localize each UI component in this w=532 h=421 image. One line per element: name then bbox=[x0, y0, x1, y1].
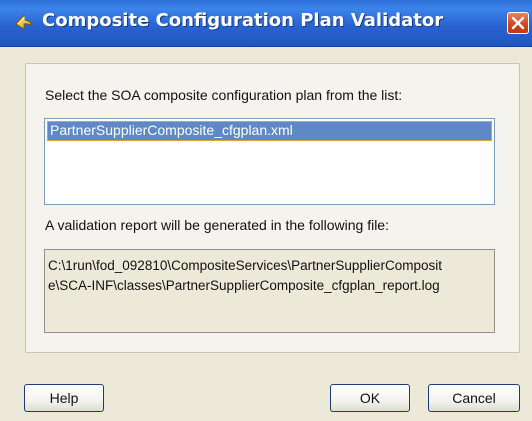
dialog-window: Composite Configuration Plan Validator S… bbox=[0, 0, 532, 421]
plan-prompt-label: Select the SOA composite configuration p… bbox=[45, 87, 403, 103]
title-bar[interactable]: Composite Configuration Plan Validator bbox=[0, 0, 532, 47]
ok-button[interactable]: OK bbox=[330, 384, 410, 412]
report-path-field: C:\1run\fod_092810\CompositeServices\Par… bbox=[44, 249, 495, 333]
report-path-line-1: C:\1run\fod_092810\CompositeServices\Par… bbox=[48, 258, 442, 273]
window-title: Composite Configuration Plan Validator bbox=[42, 10, 444, 31]
cancel-button[interactable]: Cancel bbox=[428, 384, 520, 412]
jdeveloper-arrow-icon bbox=[13, 12, 35, 34]
report-path-line-2: e\SCA-INF\classes\PartnerSupplierComposi… bbox=[48, 278, 440, 293]
close-icon[interactable] bbox=[507, 12, 529, 34]
plan-listbox[interactable]: PartnerSupplierComposite_cfgplan.xml bbox=[44, 118, 495, 205]
list-item-selected[interactable]: PartnerSupplierComposite_cfgplan.xml bbox=[47, 121, 492, 141]
help-button[interactable]: Help bbox=[24, 384, 104, 412]
report-prompt-label: A validation report will be generated in… bbox=[45, 217, 389, 233]
